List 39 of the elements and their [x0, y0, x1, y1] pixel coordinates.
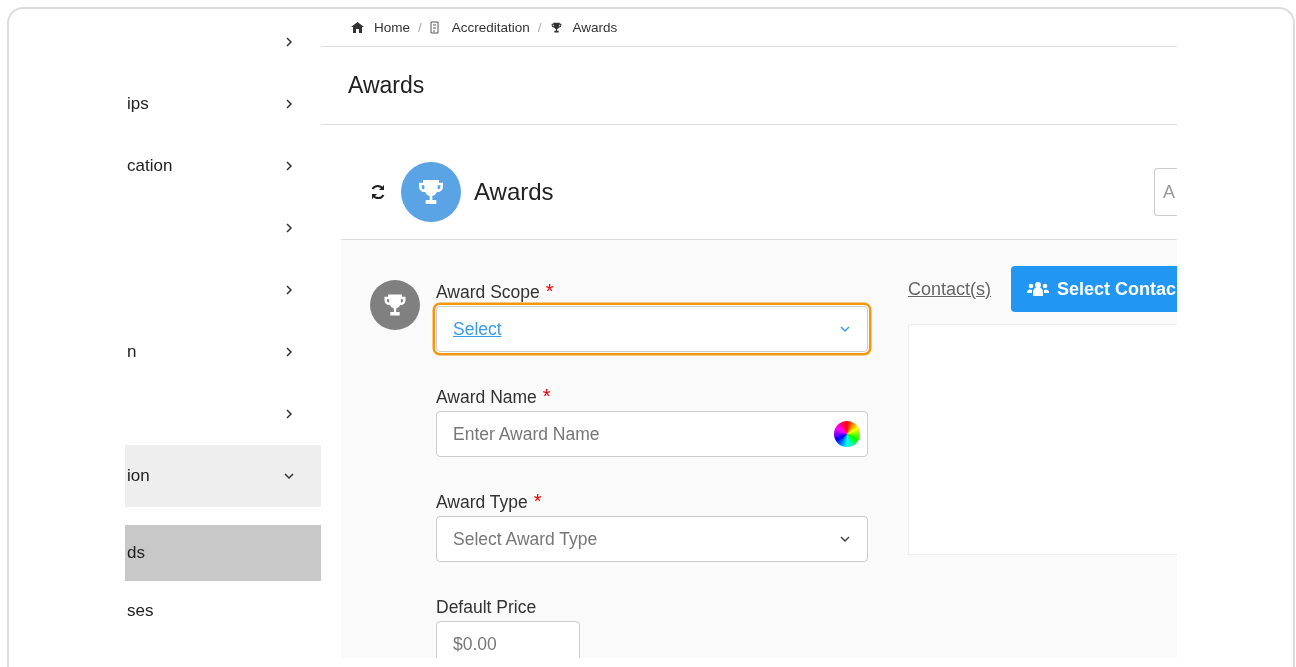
breadcrumb-link[interactable]: Home: [351, 20, 410, 35]
sidebar-item[interactable]: n: [125, 321, 321, 383]
required-mark: *: [533, 490, 542, 513]
field-label: Default Price: [436, 595, 538, 619]
chevron-right-icon: [283, 284, 295, 296]
field-label: Award Name *: [436, 385, 552, 409]
chevron-right-icon: [283, 408, 295, 420]
required-mark: *: [542, 385, 551, 408]
breadcrumb-separator: /: [418, 20, 422, 35]
sidebar-item[interactable]: ds: [125, 525, 321, 581]
card-title: Awards: [474, 178, 554, 206]
breadcrumb-separator: /: [537, 20, 542, 35]
contacts-link[interactable]: Contact(s): [908, 278, 992, 300]
dropdown-field[interactable]: Select Award Type: [436, 516, 868, 562]
sidebar-item[interactable]: cation: [125, 135, 321, 197]
sidebar-item[interactable]: ips: [125, 73, 321, 135]
chevron-down-icon: [839, 533, 851, 545]
home-icon: [351, 22, 364, 33]
input-field[interactable]: $0.00: [436, 621, 580, 658]
chevron-right-icon: [283, 346, 295, 358]
document-icon: [429, 21, 442, 34]
page-title: Awards: [321, 47, 1177, 125]
input-field[interactable]: Enter Award Name: [436, 411, 868, 457]
chevron-right-icon: [283, 160, 295, 172]
trophy-icon: [549, 21, 563, 34]
breadcrumb-link[interactable]: Awards: [549, 20, 618, 35]
refresh-icon[interactable]: [369, 183, 387, 201]
chevron-right-icon: [283, 222, 295, 234]
people-icon: [1027, 281, 1050, 297]
sidebar-item[interactable]: ion: [125, 445, 321, 507]
chevron-right-icon: [283, 98, 295, 110]
chevron-down-icon: [283, 470, 295, 482]
field-label: Award Type *: [436, 490, 543, 514]
required-mark: *: [545, 280, 554, 303]
breadcrumb-link[interactable]: Accreditation: [429, 20, 530, 35]
sidebar-item[interactable]: ses: [125, 583, 321, 639]
chevron-right-icon: [283, 36, 295, 48]
chevron-down-icon: [839, 323, 851, 335]
field-label: Award Scope *: [436, 280, 555, 304]
